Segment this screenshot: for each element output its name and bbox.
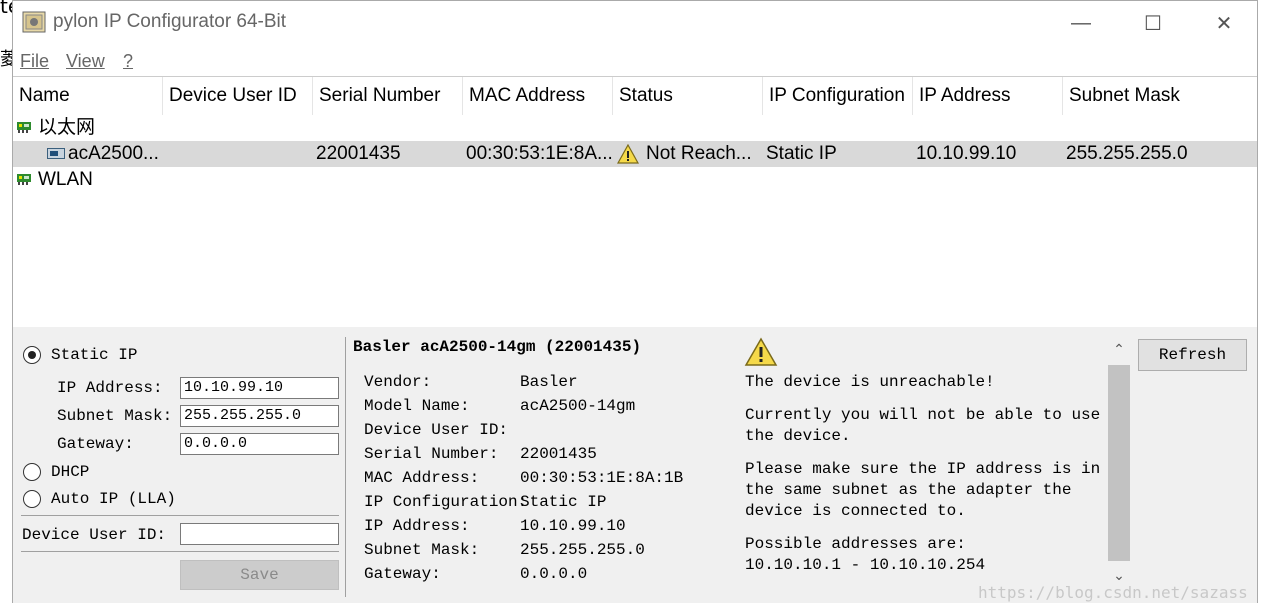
bottom-panel: Static IP IP Address: 10.10.99.10 Subnet… (13, 327, 1257, 603)
ip-address-cell: 10.10.99.10 (916, 143, 1017, 164)
detail-value: acA2500-14gm (520, 397, 636, 415)
detail-label: Serial Number: (364, 445, 499, 463)
device-user-id-input[interactable] (180, 523, 339, 545)
title-bar[interactable]: pylon IP Configurator 64-Bit — ☐ ✕ (13, 1, 1257, 45)
menu-bar: File View ? (13, 45, 1257, 77)
detail-value: 22001435 (520, 445, 597, 463)
refresh-button[interactable]: Refresh (1138, 339, 1247, 371)
ip-address-input[interactable]: 10.10.99.10 (180, 377, 339, 399)
device-name: acA2500... (68, 143, 159, 164)
tree-group-ethernet[interactable]: 以太网 (13, 115, 1257, 141)
warning-text: the device. (745, 427, 851, 445)
column-ip-configuration[interactable]: IP Configuration (763, 77, 913, 115)
column-status[interactable]: Status (613, 77, 763, 115)
warning-text: the same subnet as the adapter the (745, 481, 1072, 499)
column-serial-number[interactable]: Serial Number (313, 77, 463, 115)
column-header: Name Device User ID Serial Number MAC Ad… (13, 77, 1257, 115)
static-ip-radio[interactable] (23, 346, 41, 364)
subnet-mask-label: Subnet Mask: (57, 407, 173, 425)
camera-icon (47, 148, 65, 159)
app-icon (22, 11, 46, 33)
warning-text: The device is unreachable! (745, 373, 995, 391)
menu-file[interactable]: File (20, 51, 49, 72)
scroll-thumb[interactable] (1108, 365, 1130, 561)
separator (21, 515, 339, 516)
warning-text: device is connected to. (745, 502, 966, 520)
dhcp-radio[interactable] (23, 463, 41, 481)
device-heading: Basler acA2500-14gm (22001435) (353, 338, 642, 356)
detail-value: 255.255.255.0 (520, 541, 645, 559)
detail-value: Static IP (520, 493, 607, 511)
auto-ip-label: Auto IP (LLA) (51, 490, 176, 508)
dhcp-label: DHCP (51, 463, 90, 481)
warning-icon (617, 144, 639, 164)
gateway-input[interactable]: 0.0.0.0 (180, 433, 339, 455)
detail-value: Basler (520, 373, 578, 391)
scroll-up-icon[interactable]: ⌃ (1108, 341, 1130, 361)
mac-address-cell: 00:30:53:1E:8A... (466, 143, 613, 164)
column-name[interactable]: Name (13, 77, 163, 115)
menu-help[interactable]: ? (123, 51, 133, 72)
status-cell: Not Reach... (646, 143, 752, 164)
network-adapter-icon (17, 174, 31, 185)
network-adapter-icon (17, 122, 31, 133)
column-mac-address[interactable]: MAC Address (463, 77, 613, 115)
group-label: 以太网 (38, 117, 96, 138)
detail-label: IP Configuration: (364, 493, 528, 511)
maximize-icon: ☐ (1144, 12, 1162, 35)
app-window: pylon IP Configurator 64-Bit — ☐ ✕ File … (12, 0, 1258, 603)
serial-number-cell: 22001435 (316, 143, 401, 164)
ip-configuration-cell: Static IP (766, 143, 837, 164)
menu-view[interactable]: View (66, 51, 105, 72)
device-user-id-label: Device User ID: (22, 526, 167, 544)
column-ip-address[interactable]: IP Address (913, 77, 1063, 115)
maximize-button[interactable]: ☐ (1129, 7, 1177, 39)
detail-label: IP Address: (364, 517, 470, 535)
detail-label: Model Name: (364, 397, 470, 415)
close-icon: ✕ (1215, 12, 1233, 35)
detail-label: Subnet Mask: (364, 541, 480, 559)
warning-icon (744, 337, 778, 366)
column-subnet-mask[interactable]: Subnet Mask (1063, 77, 1257, 115)
device-row[interactable]: acA2500... 22001435 00:30:53:1E:8A... No… (13, 141, 1257, 167)
subnet-mask-input[interactable]: 255.255.255.0 (180, 405, 339, 427)
separator (21, 551, 339, 552)
watermark: https://blog.csdn.net/sazass (978, 583, 1248, 602)
minimize-button[interactable]: — (1057, 7, 1105, 39)
gateway-label: Gateway: (57, 435, 134, 453)
separator (345, 337, 346, 597)
static-ip-label: Static IP (51, 346, 138, 364)
warning-text: Possible addresses are: (745, 535, 966, 553)
detail-label: MAC Address: (364, 469, 480, 487)
group-label: WLAN (38, 169, 93, 190)
column-device-user-id[interactable]: Device User ID (163, 77, 313, 115)
save-button[interactable]: Save (180, 560, 339, 590)
detail-label: Gateway: (364, 565, 441, 583)
detail-label: Vendor: (364, 373, 432, 391)
ip-address-label: IP Address: (57, 379, 163, 397)
close-button[interactable]: ✕ (1200, 7, 1248, 39)
detail-value: 0.0.0.0 (520, 565, 588, 583)
tree-group-wlan[interactable]: WLAN (13, 167, 1257, 193)
detail-value: 10.10.99.10 (520, 517, 626, 535)
window-title: pylon IP Configurator 64-Bit (53, 11, 287, 32)
warning-text: Currently you will not be able to use (745, 406, 1101, 424)
warning-text: Please make sure the IP address is in (745, 460, 1101, 478)
detail-value: 00:30:53:1E:8A:1B (520, 469, 684, 487)
background-strip: te 菱 (0, 0, 20, 613)
minimize-icon: — (1071, 11, 1091, 34)
warning-text: 10.10.10.1 - 10.10.10.254 (745, 556, 986, 574)
device-tree[interactable]: Name Device User ID Serial Number MAC Ad… (13, 76, 1257, 328)
auto-ip-radio[interactable] (23, 490, 41, 508)
subnet-mask-cell: 255.255.255.0 (1066, 143, 1188, 164)
detail-label: Device User ID: (364, 421, 509, 439)
